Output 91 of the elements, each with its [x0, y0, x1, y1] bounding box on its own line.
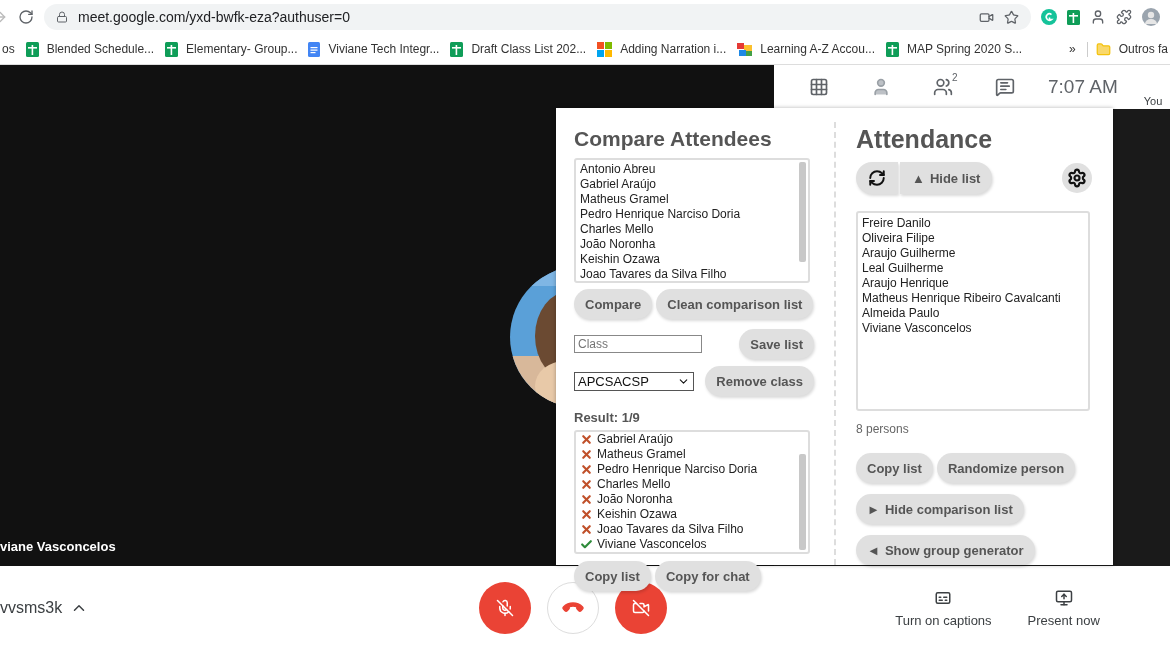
document-icon [308, 41, 321, 57]
spreadsheet-icon [450, 41, 464, 57]
hide-list-button[interactable]: ▲ Hide list [900, 162, 993, 194]
result-label: Result: 1/9 [574, 410, 641, 425]
attendee-name: Matheus Henrique Ribeiro Cavalcanti [862, 291, 1062, 306]
folder-icon [1095, 41, 1111, 57]
person-icon[interactable] [871, 77, 891, 97]
participant-name: viane Vasconcelos [0, 539, 116, 554]
save-list-button[interactable]: Save list [739, 329, 814, 359]
class-select[interactable]: APCSACSP [574, 371, 694, 391]
comparison-name: João Noronha [580, 237, 657, 252]
chat-icon[interactable] [995, 77, 1015, 97]
bookmark-label[interactable]: Learning A-Z Accou... [760, 42, 875, 56]
attendee-name: Oliveira Filipe [862, 231, 936, 246]
spreadsheet-icon [25, 41, 39, 57]
refresh-button[interactable] [856, 162, 898, 194]
result-name: Keishin Ozawa [597, 507, 678, 522]
spreadsheet-icon [1067, 9, 1080, 25]
toggle-button[interactable]: ► Hide comparison list [856, 494, 1024, 524]
camera-off-icon [632, 599, 651, 617]
captions-button[interactable]: Turn on captions [895, 588, 992, 628]
result-name: Pedro Henrique Narciso Doria [597, 462, 758, 477]
attendance-button[interactable]: Randomize person [936, 453, 1076, 483]
microphone-off-icon [496, 599, 515, 617]
attendance-button[interactable]: Copy list [856, 453, 933, 483]
bookmark-label[interactable]: MAP Spring 2020 S... [906, 42, 1023, 56]
microphone-button[interactable] [479, 582, 532, 634]
comparison-name: Joao Tavares da Silva Filho [580, 267, 728, 282]
bookmark-label[interactable]: os [2, 42, 15, 56]
result-name: João Noronha [597, 492, 673, 507]
result-name: Gabriel Araújo [597, 432, 674, 447]
extensions-icon[interactable] [1116, 9, 1132, 25]
four-squares-icon [597, 41, 613, 57]
bookmark-label[interactable]: Draft Class List 202... [471, 42, 587, 56]
person-count: 8 persons [856, 422, 910, 436]
compare-title: Compare Attendees [574, 127, 773, 151]
clock-time: 7:07 AM [1048, 76, 1118, 98]
bookmark-label[interactable]: Viviane Tech Integr... [328, 42, 440, 56]
result-name: Viviane Vasconcelos [597, 537, 707, 552]
attendee-name: Almeida Paulo [862, 306, 941, 321]
result-name: Matheus Gramel [597, 447, 686, 462]
bookmark-label[interactable]: Elementary- Group... [186, 42, 298, 56]
refresh-icon [868, 169, 886, 187]
result-name: Charles Mello [597, 477, 671, 492]
attendee-name: Freire Danilo [862, 216, 932, 231]
comparison-name: Matheus Gramel [580, 192, 670, 207]
profile-icon[interactable] [1090, 9, 1106, 25]
lock-icon [56, 11, 68, 23]
bookmark-folder[interactable]: Outros fa [1118, 42, 1168, 56]
meeting-code[interactable]: vvsms3k [0, 599, 63, 617]
participant-count: 2 [952, 72, 958, 83]
attendee-name: Araujo Guilherme [862, 246, 957, 261]
bookmark-label[interactable]: Adding Narration i... [620, 42, 727, 56]
spreadsheet-icon [885, 41, 899, 57]
reload-icon[interactable] [18, 9, 34, 25]
attendee-name: Araujo Henrique [862, 276, 950, 291]
toggle-button[interactable]: ◄ Show group generator [856, 535, 1035, 565]
copy-button[interactable]: Copy for chat [654, 561, 761, 591]
scrollbar-thumb[interactable] [799, 162, 806, 262]
attendee-name: Viviane Vasconcelos [862, 321, 973, 336]
self-label: You [1143, 95, 1163, 107]
star-icon[interactable] [1004, 9, 1019, 25]
settings-button[interactable] [1062, 163, 1092, 193]
comparison-name: Gabriel Araújo [580, 177, 658, 192]
more-bookmarks[interactable]: » [1068, 42, 1076, 56]
comparison-name: Pedro Henrique Narciso Doria [580, 207, 742, 222]
comparison-name: Charles Mello [580, 222, 655, 237]
class-field[interactable]: Class [574, 335, 702, 353]
comparison-name: Keishin Ozawa [580, 252, 662, 267]
address-bar[interactable]: meet.google.com/yxd-bwfk-eza?authuser=0 [44, 4, 1031, 30]
bookmark-label[interactable]: Blended Schedule... [46, 42, 155, 56]
present-screen-icon [1054, 588, 1073, 607]
comparison-name: Antonio Abreu [580, 162, 657, 177]
copy-button[interactable]: Copy list [574, 561, 651, 591]
colorful-logo-icon [737, 42, 753, 56]
comparison-list[interactable]: Antonio Abreu Gabriel Araújo Matheus Gramel Pedro Henrique Narciso Doria Charles Mello João Noronha Keishin Ozawa Joao Tavares da Silva Filho [574, 158, 810, 283]
result-list[interactable]: Gabriel Araújo Matheus Gramel Pedro Henrique Narciso Doria Charles Mello João Noronha Keishin Ozawa Joao Tavares da Silva Filho Viviane Vasconcelos [574, 430, 810, 554]
attendance-title: Attendance [856, 125, 994, 154]
grid-icon[interactable] [809, 77, 829, 97]
url-text: meet.google.com/yxd-bwfk-eza?authuser=0 [78, 9, 350, 25]
spreadsheet-icon [165, 41, 179, 57]
scrollbar-thumb[interactable] [799, 454, 806, 550]
settings-icon [1067, 168, 1087, 188]
attendee-name: Leal Guilherme [862, 261, 945, 276]
attendance-list[interactable]: Freire Danilo Oliveira Filipe Araujo Guilherme Leal Guilherme Araujo Henrique Matheus Henrique Ribeiro Cavalcanti Almeida Paulo Viviane Vasconcelos [856, 211, 1090, 411]
compare-button[interactable]: Compare [574, 289, 653, 319]
result-name: Joao Tavares da Silva Filho [597, 522, 744, 537]
people-icon[interactable] [933, 77, 953, 97]
remove-class-button[interactable]: Remove class [705, 366, 814, 396]
present-button[interactable]: Present now [1027, 588, 1100, 628]
compare-button[interactable]: Clean comparison list [656, 289, 814, 319]
